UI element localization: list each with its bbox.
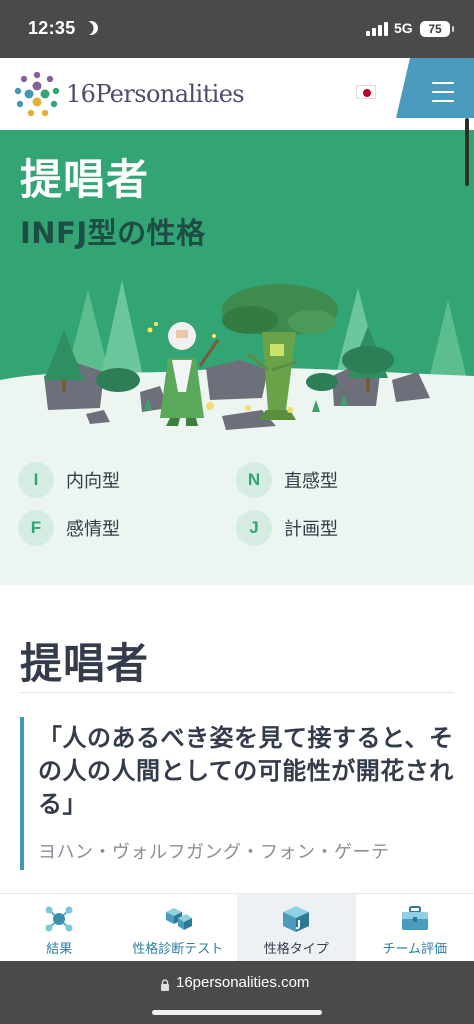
- trait-label: 内向型: [66, 471, 120, 492]
- moon-icon: [81, 18, 100, 37]
- trait-label: 計画型: [284, 519, 338, 540]
- trait-intuitive[interactable]: N 直感型: [236, 460, 338, 500]
- trait-judging[interactable]: J 計画型: [236, 508, 338, 548]
- tab-results[interactable]: 結果: [0, 894, 119, 962]
- hamburger-icon[interactable]: [432, 82, 454, 84]
- status-bar: 12:35 5G 75: [0, 0, 474, 58]
- scrollbar-thumb[interactable]: [465, 118, 469, 186]
- logo-text[interactable]: 16Personalities: [66, 80, 245, 108]
- section-title: 提唱者: [20, 639, 150, 688]
- quote-accent-bar: [20, 717, 24, 870]
- cubes-icon: [165, 908, 192, 930]
- home-indicator[interactable]: [152, 1010, 322, 1015]
- trait-label: 感情型: [66, 519, 120, 540]
- quote-text: 「人のあるべき姿を見て接すると、その人の人間としての可能性が開花される」: [38, 724, 454, 818]
- japan-flag-icon[interactable]: [356, 85, 376, 99]
- molecule-icon: [45, 906, 73, 932]
- divider: [20, 692, 454, 693]
- signal-icon: [366, 22, 388, 36]
- trait-letter-badge: I: [18, 462, 54, 498]
- trait-letter-badge: N: [236, 462, 272, 498]
- network-type: 5G: [394, 20, 413, 36]
- briefcase-icon: [401, 906, 428, 930]
- trait-introvert[interactable]: I 内向型: [18, 460, 120, 500]
- tab-personality-types[interactable]: 性格タイプ: [237, 894, 356, 962]
- tab-label: チーム評価: [382, 942, 448, 957]
- tab-personality-test[interactable]: 性格診断テスト: [119, 894, 238, 962]
- trait-letter-badge: F: [18, 510, 54, 546]
- trait-letter-badge: J: [236, 510, 272, 546]
- hero-title: 提唱者: [20, 155, 150, 204]
- battery-icon: 75: [420, 21, 454, 37]
- trait-feeling[interactable]: F 感情型: [18, 508, 120, 548]
- bottom-tab-bar: 結果 性格診断テスト 性格タイプ チーム評価: [0, 893, 474, 962]
- menu-button[interactable]: [396, 58, 474, 118]
- cube-icon: [283, 906, 310, 932]
- quote-author: ヨハン・ヴォルフガング・フォン・ゲーテ: [38, 842, 390, 863]
- hero-subtitle: INFJ型の性格: [20, 216, 206, 250]
- status-time: 12:35: [28, 18, 76, 38]
- tab-label: 性格タイプ: [263, 942, 329, 957]
- trait-label: 直感型: [284, 471, 338, 492]
- url-text[interactable]: 16personalities.com: [176, 974, 309, 991]
- tab-team-assessment[interactable]: チーム評価: [356, 894, 474, 962]
- tab-label: 性格診断テスト: [132, 942, 224, 957]
- logo-icon[interactable]: [14, 71, 60, 117]
- tab-label: 結果: [46, 942, 73, 957]
- lock-icon: [161, 979, 169, 991]
